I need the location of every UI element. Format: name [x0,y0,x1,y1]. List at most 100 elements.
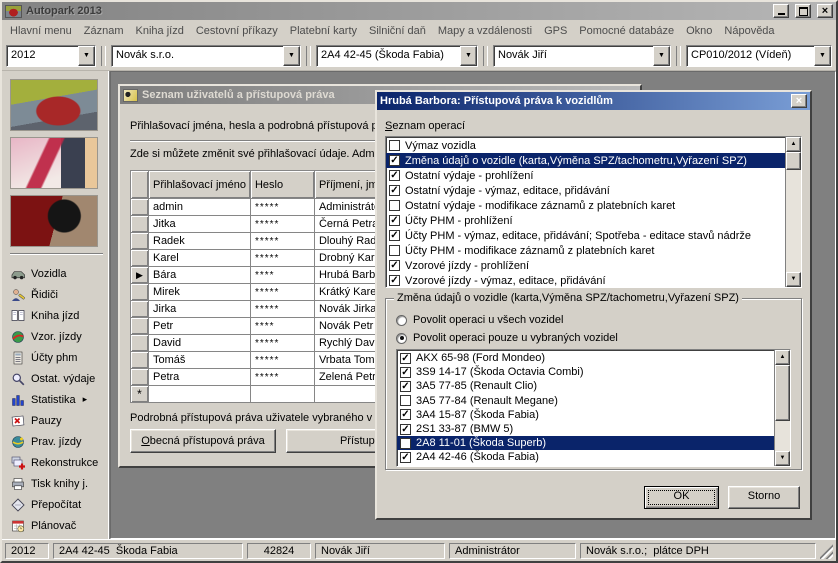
minimize-button[interactable] [773,4,789,18]
sidebar-item-kniha-jizd[interactable]: Kniha jízd [10,305,103,326]
password-cell[interactable]: ***** [250,233,314,250]
password-cell[interactable]: ***** [250,335,314,352]
checkbox[interactable]: ✓ [389,140,400,151]
password-cell-empty[interactable] [250,386,314,403]
scroll-up-button[interactable]: ▲ [775,350,790,365]
maximize-button[interactable] [795,4,811,18]
password-cell[interactable]: ***** [250,250,314,267]
row-selector[interactable] [131,352,149,369]
password-cell[interactable]: ***** [250,216,314,233]
scroll-down-button[interactable]: ▼ [786,272,801,287]
sidebar-item-ridici[interactable]: Řidiči [10,284,103,305]
vehicle-item[interactable]: ✓ 3S9 14-17 (Škoda Octavia Combi) [397,365,774,379]
cancel-button[interactable]: Storno [728,486,800,509]
menu-gps[interactable]: GPS [538,23,573,39]
password-cell[interactable]: ***** [250,352,314,369]
checkbox[interactable]: ✓ [389,170,400,181]
vehicle-item[interactable]: ✓ AKX 65-98 (Ford Mondeo) [397,351,774,365]
login-cell[interactable]: Bára [149,267,251,284]
scrollbar-track[interactable] [775,421,790,451]
close-button[interactable]: × [817,4,833,18]
password-cell[interactable]: ***** [250,199,314,216]
checkbox[interactable]: ✓ [389,245,400,256]
row-selector[interactable] [131,284,149,301]
menu-okno[interactable]: Okno [680,23,718,39]
menu-hlavni-menu[interactable]: Hlavní menu [4,23,78,39]
checkbox[interactable]: ✓ [400,367,411,378]
radio-selected-vehicles[interactable]: Povolit operaci pouze u vybraných vozide… [396,329,791,347]
checkbox[interactable]: ✓ [400,424,411,435]
row-selector[interactable] [131,216,149,233]
checkbox[interactable]: ✓ [389,200,400,211]
sidebar-item-statistika[interactable]: Statistika ▸ [10,389,103,410]
login-cell[interactable]: Petr [149,318,251,335]
password-cell[interactable]: ***** [250,301,314,318]
login-cell[interactable]: Petra [149,369,251,386]
rights-close-button[interactable]: × [791,94,807,108]
checkbox[interactable]: ✓ [389,155,400,166]
password-cell[interactable]: **** [250,318,314,335]
sidebar-item-mapy[interactable]: Mapy [10,536,103,539]
vehicle-item[interactable]: ✓ 3A5 77-84 (Renault Megane) [397,394,774,408]
trip-combobox[interactable]: CP010/2012 (Vídeň) ▼ [686,45,832,67]
operation-item[interactable]: ✓ Účty PHM - modifikace záznamů z plateb… [386,243,785,258]
menu-cestovni-prikazy[interactable]: Cestovní příkazy [190,23,284,39]
vehicles-scrollbar[interactable]: ▲ ▼ [774,350,790,466]
menu-kniha-jizd[interactable]: Kniha jízd [130,23,190,39]
sidebar-item-tisk-knihy[interactable]: Tisk knihy j. [10,473,103,494]
menu-pomocne-databaze[interactable]: Pomocné databáze [573,23,680,39]
row-selector[interactable] [131,369,149,386]
sidebar-item-ucty-phm[interactable]: Účty phm [10,347,103,368]
new-row-marker[interactable]: * [131,386,149,403]
login-cell[interactable]: Mirek [149,284,251,301]
operation-item[interactable]: ✓ Vzorové jízdy - prohlížení [386,258,785,273]
sidebar-item-prepocitat[interactable]: Přepočítat [10,494,103,515]
row-selector[interactable] [131,199,149,216]
operation-item[interactable]: ✓ Ostatní výdaje - výmaz, editace, přidá… [386,183,785,198]
checkbox[interactable]: ✓ [400,395,411,406]
checkbox[interactable]: ✓ [400,438,411,449]
row-selector[interactable] [131,233,149,250]
sidebar-item-rekonstrukce[interactable]: Rekonstrukce [10,452,103,473]
menu-napoveda[interactable]: Nápověda [718,23,780,39]
sidebar-item-ostat-vydaje[interactable]: Ostat. výdaje [10,368,103,389]
radio-all-vehicles[interactable]: Povolit operaci u všech vozidel [396,311,791,329]
menu-mapy-a-vzdalenosti[interactable]: Mapy a vzdálenosti [432,23,538,39]
year-dropdown-button[interactable]: ▼ [78,46,95,66]
login-cell[interactable]: David [149,335,251,352]
login-cell-empty[interactable] [149,386,251,403]
sidebar-item-vozidla[interactable]: Vozidla [10,263,103,284]
row-selector[interactable] [131,335,149,352]
vehicle-item[interactable]: ✓ 3A5 77-85 (Renault Clio) [397,379,774,393]
checkbox[interactable]: ✓ [400,452,411,463]
login-cell[interactable]: Tomáš [149,352,251,369]
vehicle-item[interactable]: ✓ 2A8 11-01 (Škoda Superb) [397,436,774,450]
driver-combobox[interactable]: Novák Jiří ▼ [493,45,671,67]
password-cell[interactable]: **** [250,267,314,284]
login-cell[interactable]: Jirka [149,301,251,318]
login-cell[interactable]: admin [149,199,251,216]
operation-item[interactable]: ✓ Ostatní výdaje - modifikace záznamů z … [386,198,785,213]
row-selector[interactable] [131,318,149,335]
menu-zaznam[interactable]: Záznam [78,23,130,39]
checkbox[interactable]: ✓ [389,185,400,196]
operation-item[interactable]: ✓ Výmaz vozidla [386,138,785,153]
year-combobox[interactable]: 2012 ▼ [6,45,96,67]
scroll-down-button[interactable]: ▼ [775,451,790,466]
operations-scrollbar[interactable]: ▲ ▼ [785,137,801,287]
radio-button[interactable] [396,333,407,344]
checkbox[interactable]: ✓ [389,260,400,271]
vehicle-combobox[interactable]: 2A4 42-45 (Škoda Fabia) ▼ [316,45,478,67]
vehicle-item[interactable]: ✓ 2A4 42-46 (Škoda Fabia) [397,450,774,464]
operation-item[interactable]: ✓ Ostatní výdaje - prohlížení [386,168,785,183]
company-combobox[interactable]: Novák s.r.o. ▼ [111,45,301,67]
vehicle-dropdown-button[interactable]: ▼ [460,46,477,66]
sidebar-item-vzor-jizdy[interactable]: Vzor. jízdy [10,326,103,347]
login-cell[interactable]: Karel [149,250,251,267]
operation-item[interactable]: ✓ Účty PHM - výmaz, editace, přidávání; … [386,228,785,243]
operation-item[interactable]: ✓ Změna údajů o vozidle (karta,Výměna SP… [386,153,785,168]
row-selector[interactable] [131,250,149,267]
menu-platebni-karty[interactable]: Platební karty [284,23,363,39]
resize-grip[interactable] [820,543,833,559]
vehicle-item[interactable]: ✓ 2S1 33-87 (BMW 5) [397,422,774,436]
